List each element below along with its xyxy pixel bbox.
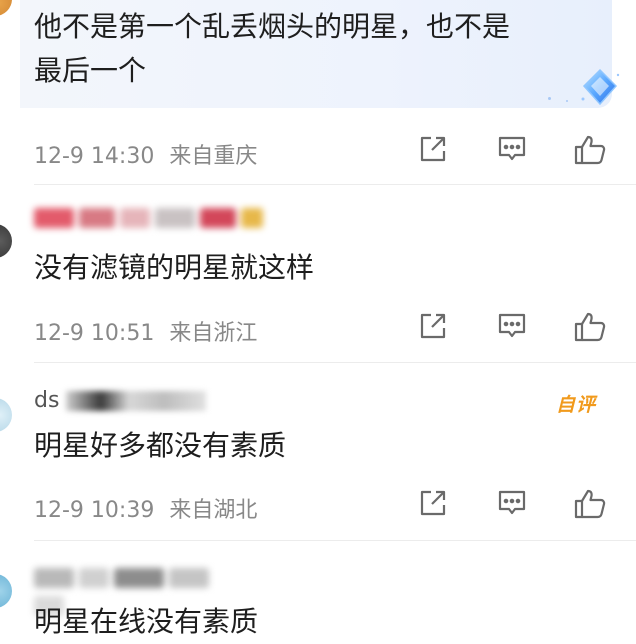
diamond-badge-icon <box>578 66 622 110</box>
comment-text-line-1: 明星好多都没有素质 <box>34 429 287 462</box>
username-blurred[interactable] <box>34 564 244 616</box>
avatar[interactable] <box>0 224 12 258</box>
comment-icon <box>498 313 526 338</box>
thumbs-up-icon <box>574 312 606 342</box>
comment-item-4: 明星在线没有素质 <box>0 540 636 638</box>
comment-text-line-1: 他不是第一个乱丢烟头的明星，也不是 <box>34 10 511 43</box>
comment-icon <box>498 490 526 515</box>
share-button[interactable] <box>416 309 452 345</box>
avatar[interactable] <box>0 574 12 608</box>
comment-item-3: ds 自评 明星好多都没有素质 12-9 10:39 来自湖北 <box>0 362 636 540</box>
self-comment-badge: 自评 <box>556 394 597 416</box>
comment-text-line-1: 明星在线没有素质 <box>34 605 259 638</box>
comment-actions <box>0 309 636 349</box>
comment-actions <box>0 132 636 172</box>
share-icon <box>420 313 446 339</box>
avatar[interactable] <box>0 0 12 16</box>
share-button[interactable] <box>416 486 452 522</box>
username-blurred[interactable] <box>34 204 294 232</box>
like-button[interactable] <box>572 486 608 522</box>
thumbs-up-icon <box>574 489 606 519</box>
comment-button[interactable] <box>495 309 531 345</box>
comment-actions <box>0 486 636 526</box>
sparkle-dot <box>566 100 568 102</box>
username-visible: ds <box>34 388 60 413</box>
comment-icon <box>498 136 526 161</box>
like-button[interactable] <box>572 132 608 168</box>
share-icon <box>420 136 446 162</box>
like-button[interactable] <box>572 309 608 345</box>
username-blurred <box>66 391 207 411</box>
comment-text-line-2: 最后一个 <box>34 54 147 87</box>
comment-item-1: 他不是第一个乱丢烟头的明星，也不是 最后一个 12-9 14:30 来自重庆 <box>0 0 636 184</box>
sparkle-dot <box>548 97 551 100</box>
avatar[interactable] <box>0 398 12 432</box>
share-button[interactable] <box>416 132 452 168</box>
comment-item-2: 没有滤镜的明星就这样 12-9 10:51 来自浙江 <box>0 184 636 362</box>
share-icon <box>420 490 446 516</box>
comment-button[interactable] <box>495 486 531 522</box>
username[interactable]: ds <box>34 388 207 413</box>
thumbs-up-icon <box>574 135 606 165</box>
comment-button[interactable] <box>495 132 531 168</box>
comment-text-line-1: 没有滤镜的明星就这样 <box>34 251 315 284</box>
